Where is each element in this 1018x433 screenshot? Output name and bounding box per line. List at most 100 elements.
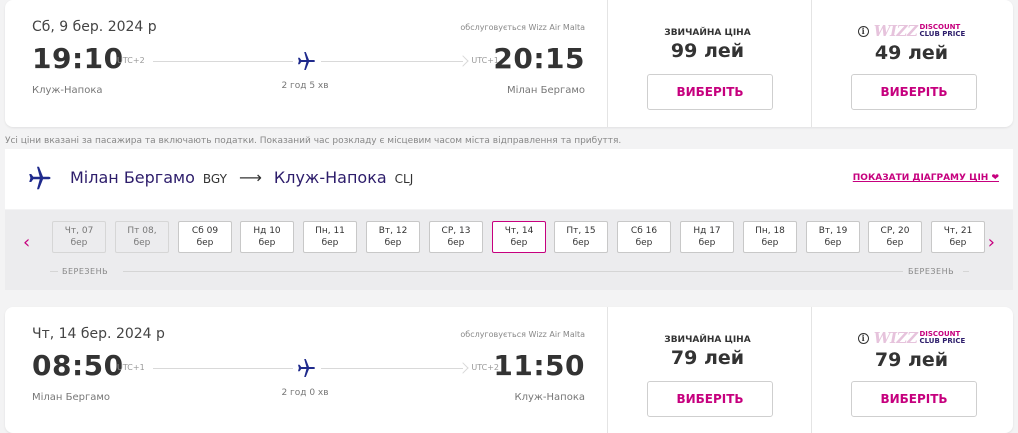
date-option[interactable]: Сб 09 бер [178,221,232,253]
club-header: i WIZZ DISCOUNT CLUB PRICE [812,328,1011,348]
date-option-month: бер [761,238,779,248]
standard-price-label: ЗВИЧАЙНА ЦІНА [664,335,751,345]
month-divider [963,271,969,272]
club-logo-line2: CLUB PRICE [919,30,966,38]
wizz-discount-club-logo: WIZZ DISCOUNT CLUB PRICE [874,329,966,347]
flight-info: Чт, 14 бер. 2024 р обслуговується Wizz A… [5,307,605,433]
date-option-day: Пн, 11 [315,226,345,236]
date-option-day: Чт, 21 [943,226,973,236]
price-disclaimer: Усі ціни вказані за пасажира та включают… [5,136,622,146]
arrival-city: Клуж-Напока [514,392,586,403]
airplane-icon [298,52,315,70]
arrow-icon [457,55,469,67]
wizz-discount-club-logo: WIZZ DISCOUNT CLUB PRICE [874,22,966,40]
date-option[interactable]: Пн, 11 бер [303,221,357,253]
date-option: Чт, 07 бер [52,221,106,253]
select-club-button[interactable]: ВИБЕРІТЬ [851,381,977,417]
date-option[interactable]: Пт, 15 бер [554,221,608,253]
club-price: 79 лей [874,349,949,371]
wizz-logo-text: WIZZ [873,329,918,347]
date-option-month: бер [258,238,276,248]
destination-city: Клуж-Напока [273,168,387,187]
chevron-left-icon[interactable]: ‹ [23,232,30,253]
standard-price-box: ЗВИЧАЙНА ЦІНА 99 лей ВИБЕРІТЬ [607,0,807,127]
date-option: Пт 08, бер [115,221,169,253]
select-standard-button[interactable]: ВИБЕРІТЬ [647,381,773,417]
departure-city: Мілан Бергамо [32,392,111,403]
date-option-day: СР, 20 [880,226,910,236]
wizz-logo-text: WIZZ [873,22,918,40]
route-line [153,61,293,62]
chevron-right-icon[interactable]: › [988,232,995,253]
date-option[interactable]: Чт, 14 бер [492,221,546,253]
flight-duration: 2 год 5 хв [281,81,329,91]
date-option-month: бер [886,238,904,248]
date-option-day: Сб 09 [191,226,219,236]
date-option-day: СР, 13 [441,226,471,236]
date-option-month: бер [572,238,590,248]
date-option[interactable]: Нд 17 бер [680,221,734,253]
info-icon[interactable]: i [857,332,869,344]
standard-price: 79 лей [670,347,745,369]
info-icon[interactable]: i [857,25,869,37]
date-option[interactable]: СР, 13 бер [429,221,483,253]
route-line [321,61,463,62]
airplane-icon [29,166,51,190]
date-option[interactable]: СР, 20 бер [868,221,922,253]
month-divider [123,271,903,272]
date-option-day: Нд 17 [693,226,721,236]
club-price: 49 лей [874,42,949,64]
return-flight-card: Чт, 14 бер. 2024 р обслуговується Wizz A… [5,307,1013,433]
arrival-time: 11:50 [493,349,585,382]
date-selector: ‹ Чт, 07 бер Пт 08, бер Сб 09 бер Нд 10 бер Пн, … [5,210,1013,290]
date-option-month: бер [510,238,528,248]
date-option[interactable]: Чт, 21 бер [931,221,985,253]
arrival-time: 20:15 [493,42,585,75]
date-option-day: Вт, 19 [818,226,848,236]
date-option-day: Вт, 12 [378,226,408,236]
month-divider [50,271,58,272]
route-line [321,368,463,369]
show-price-chart-link[interactable]: ПОКАЗАТИ ДІАГРАМУ ЦІН ❤ [853,173,999,183]
date-option-month: бер [384,238,402,248]
month-label-right: БЕРЕЗЕНЬ [908,267,955,276]
airplane-icon [298,359,315,377]
select-standard-button[interactable]: ВИБЕРІТЬ [647,74,773,110]
arrival-city: Мілан Бергамо [506,85,585,96]
date-option-day: Чт, 07 [64,226,94,236]
destination-code: CLJ [394,172,414,186]
date-option[interactable]: Вт, 12 бер [366,221,420,253]
date-option-month: бер [635,238,653,248]
date-option[interactable]: Вт, 19 бер [806,221,860,253]
standard-price-box: ЗВИЧАЙНА ЦІНА 79 лей ВИБЕРІТЬ [607,307,807,433]
club-price-box: i WIZZ DISCOUNT CLUB PRICE 79 лей ВИБЕРІ… [811,307,1011,433]
departure-city: Клуж-Напока [32,85,103,96]
select-club-button[interactable]: ВИБЕРІТЬ [851,74,977,110]
return-route-header: Мілан Бергамо BGY ⟶ Клуж-Напока CLJ ПОКА… [5,149,1013,209]
date-option-day: Чт, 14 [504,226,534,236]
route-title: Мілан Бергамо BGY ⟶ Клуж-Напока CLJ [70,168,413,187]
departure-utc: UTC+2 [117,56,145,65]
month-label-left: БЕРЕЗЕНЬ [62,267,109,276]
club-header: i WIZZ DISCOUNT CLUB PRICE [812,21,1011,41]
standard-price-label: ЗВИЧАЙНА ЦІНА [664,28,751,38]
flight-date: Чт, 14 бер. 2024 р [32,326,165,342]
date-option-day: Пт 08, [127,226,157,236]
origin-code: BGY [202,172,227,186]
outbound-flight-card: Сб, 9 бер. 2024 р обслуговується Wizz Ai… [5,0,1013,127]
club-price-box: i WIZZ DISCOUNT CLUB PRICE 49 лей ВИБЕРІ… [811,0,1011,127]
flight-duration: 2 год 0 хв [281,388,329,398]
date-option-month: бер [698,238,716,248]
date-option[interactable]: Сб 16 бер [617,221,671,253]
flight-info: Сб, 9 бер. 2024 р обслуговується Wizz Ai… [5,0,605,127]
date-option-month: бер [447,238,465,248]
departure-time: 08:50 [32,349,124,382]
date-option-day: Сб 16 [630,226,658,236]
date-option-month: бер [196,238,214,248]
origin-city: Мілан Бергамо [70,168,195,187]
date-option-month: бер [321,238,339,248]
date-option-month: бер [949,238,967,248]
date-option[interactable]: Нд 10 бер [240,221,294,253]
date-option-month: бер [70,238,88,248]
date-option[interactable]: Пн, 18 бер [743,221,797,253]
